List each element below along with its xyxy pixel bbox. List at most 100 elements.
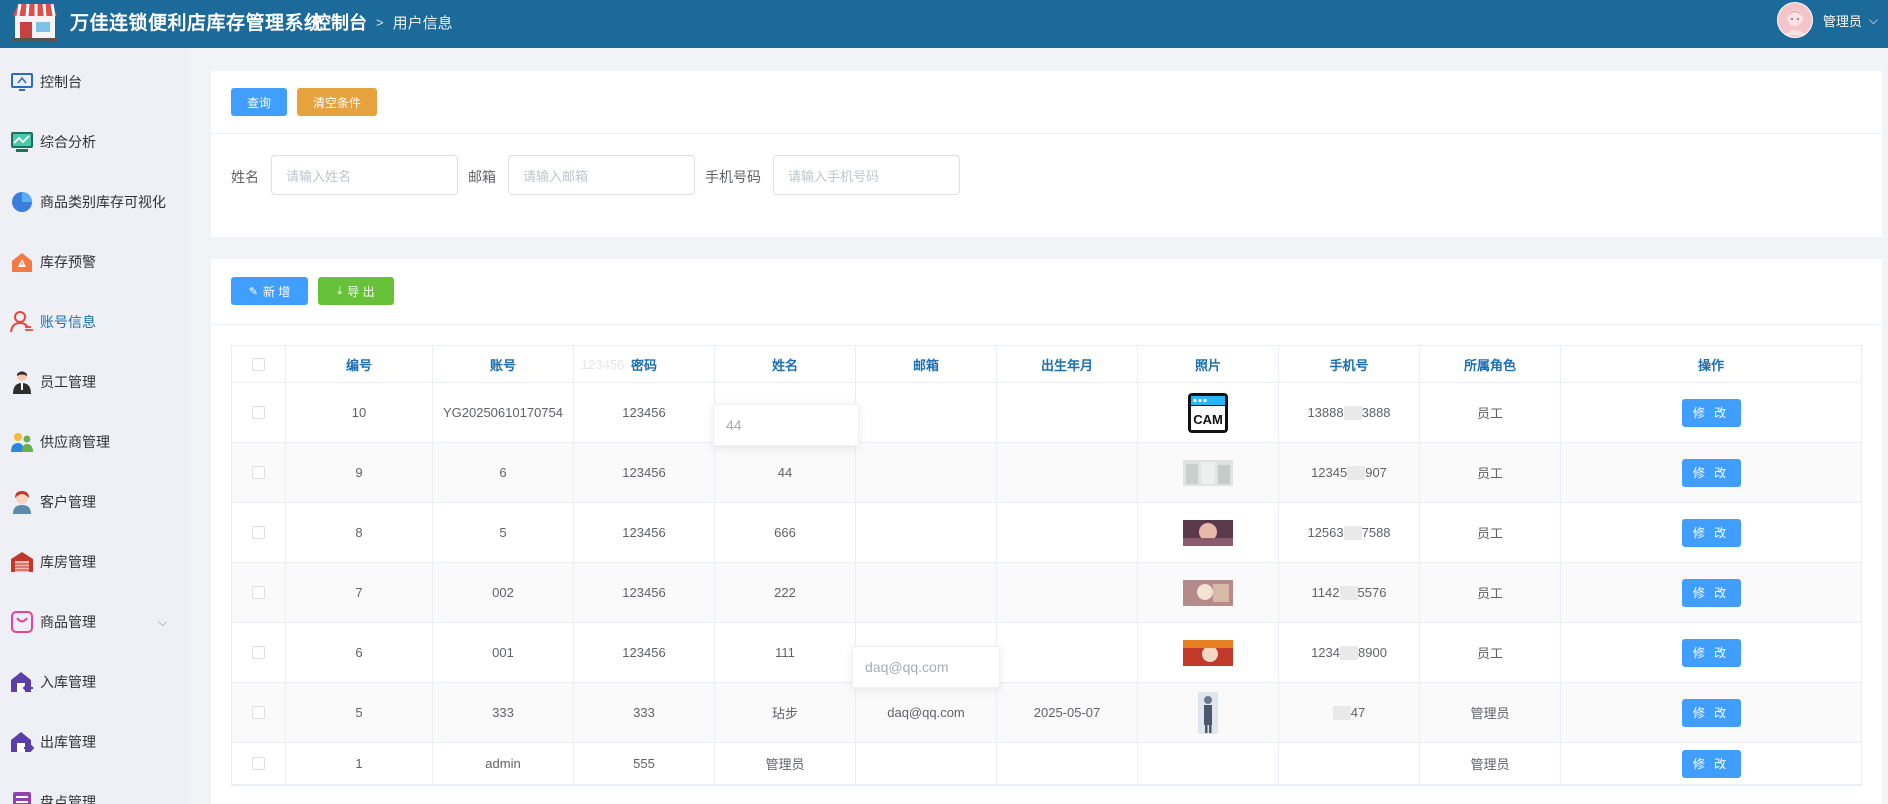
breadcrumb: 控制台 > 用户信息 [313, 9, 453, 35]
column-header[interactable]: 手机号 [1279, 346, 1420, 382]
column-header[interactable]: 账号 [433, 346, 574, 382]
row-checkbox[interactable] [252, 406, 265, 419]
edit-button[interactable]: 修 改 [1681, 638, 1741, 667]
row-checkbox[interactable] [252, 526, 265, 539]
clear-conditions-button[interactable]: 清空条件 [297, 88, 377, 116]
id-cell: 5 [286, 683, 433, 742]
id-cell: 9 [286, 443, 433, 502]
id-cell: 10 [286, 383, 433, 442]
user-photo-thumbnail[interactable] [1183, 639, 1233, 666]
add-button[interactable]: ✎ 新 增 [231, 277, 308, 305]
avatar-face-icon [1783, 10, 1806, 35]
edit-button[interactable]: 修 改 [1681, 398, 1741, 427]
password-cell: 123456 [574, 563, 715, 622]
birth-date-cell: 2025-05-07 [997, 683, 1138, 742]
select-all-cell [232, 346, 286, 382]
sidebar-item-analysis[interactable]: 综合分析 [0, 122, 190, 162]
column-header[interactable]: 所属角色 [1420, 346, 1561, 382]
user-photo-thumbnail[interactable]: CAM [1187, 392, 1229, 434]
sidebar-item-employee[interactable]: 员工管理 [0, 362, 190, 402]
row-checkbox[interactable] [252, 757, 265, 770]
phone-suffix: 5576 [1357, 585, 1387, 600]
sidebar-item-label: 入库管理 [40, 674, 96, 690]
row-checkbox[interactable] [252, 586, 265, 599]
user-photo-thumbnail[interactable] [1198, 691, 1218, 734]
query-button[interactable]: 查询 [231, 88, 287, 116]
sidebar-item-product[interactable]: 商品管理 ⌵ [0, 602, 190, 642]
row-checkbox[interactable] [252, 466, 265, 479]
sidebar-item-account-info[interactable]: 账号信息 [0, 302, 190, 342]
account-cell: 6 [433, 443, 574, 502]
phone-suffix: 7588 [1361, 525, 1391, 540]
user-photo-thumbnail[interactable] [1183, 459, 1233, 486]
export-button-label: 导 出 [347, 284, 375, 299]
sidebar-item-category-visual[interactable]: 商品类别库存可视化 [0, 182, 190, 222]
password-cell: 123456 [574, 503, 715, 562]
chevron-down-icon[interactable]: ⌵ [1869, 13, 1878, 28]
shop-logo-icon [12, 3, 58, 42]
sidebar-item-inventory-check[interactable]: 盘点管理 [0, 782, 190, 804]
sidebar-item-customer[interactable]: 客户管理 [0, 482, 190, 522]
employee-icon [10, 370, 34, 394]
sidebar-item-stock-warning[interactable]: 库存预警 [0, 242, 190, 282]
stock-in-icon [10, 670, 34, 694]
sidebar-item-warehouse[interactable]: 库房管理 [0, 542, 190, 582]
avatar[interactable] [1776, 2, 1813, 38]
role-cell: 员工 [1420, 383, 1561, 442]
role-cell: 管理员 [1420, 683, 1561, 742]
birth-date-cell [997, 743, 1138, 784]
phone-redaction [1343, 525, 1362, 540]
customer-icon [10, 490, 34, 514]
sidebar-item-stock-out[interactable]: 出库管理 [0, 722, 190, 762]
edit-button[interactable]: 修 改 [1681, 698, 1741, 727]
phone-suffix: 907 [1365, 465, 1387, 480]
user-photo-thumbnail[interactable] [1183, 579, 1233, 606]
email-popover: daq@qq.com [852, 646, 1000, 688]
row-select-cell [232, 503, 286, 562]
operation-cell: 修 改 [1561, 503, 1861, 562]
column-header[interactable]: 编号 [286, 346, 433, 382]
name-cell: 666 [715, 503, 856, 562]
select-all-checkbox[interactable] [252, 357, 265, 371]
phone-redaction [1343, 405, 1362, 420]
supplier-icon [10, 430, 34, 454]
user-name[interactable]: 管理员 [1823, 11, 1862, 30]
name-search-input[interactable]: 请输入姓名 [271, 155, 458, 195]
edit-button[interactable]: 修 改 [1681, 518, 1741, 547]
user-photo-thumbnail[interactable] [1183, 519, 1233, 546]
phone-prefix: 12345 [1311, 465, 1348, 480]
row-select-cell [232, 383, 286, 442]
column-header[interactable]: 照片 [1138, 346, 1279, 382]
phone-prefix: 12563 [1307, 525, 1344, 540]
photo-cell: CAM [1138, 383, 1279, 442]
edit-button[interactable]: 修 改 [1681, 749, 1741, 778]
phone-label: 手机号码 [705, 169, 761, 185]
phone-cell: 1142 5576 [1279, 563, 1420, 622]
phone-cell [1279, 743, 1420, 784]
export-button[interactable]: ⤓ 导 出 [318, 277, 394, 305]
user-menu[interactable]: 管理员 ⌵ [1776, 2, 1878, 38]
phone-cell: 12563 7588 [1279, 503, 1420, 562]
sidebar-item-stock-in[interactable]: 入库管理 [0, 662, 190, 702]
sidebar-item-supplier[interactable]: 供应商管理 [0, 422, 190, 462]
sidebar-item-label: 商品类别库存可视化 [40, 194, 166, 210]
cam-badge-text: CAM [1193, 412, 1223, 427]
birth-date-cell [997, 623, 1138, 682]
column-header[interactable]: 邮箱 [856, 346, 997, 382]
column-header[interactable]: 操作 [1561, 346, 1861, 382]
account-cell: 002 [433, 563, 574, 622]
sidebar-item-label: 盘点管理 [40, 794, 96, 804]
edit-button[interactable]: 修 改 [1681, 578, 1741, 607]
column-header[interactable]: 姓名 [715, 346, 856, 382]
breadcrumb-dashboard[interactable]: 控制台 [313, 9, 367, 35]
chevron-down-icon[interactable]: ⌵ [158, 615, 167, 630]
row-checkbox[interactable] [252, 706, 265, 719]
email-search-input[interactable]: 请输入邮箱 [508, 155, 695, 195]
column-header[interactable]: 出生年月 [997, 346, 1138, 382]
phone-search-input[interactable]: 请输入手机号码 [773, 155, 960, 195]
row-checkbox[interactable] [252, 646, 265, 659]
row-select-cell [232, 683, 286, 742]
email-cell [856, 383, 997, 442]
edit-button[interactable]: 修 改 [1681, 458, 1741, 487]
sidebar-item-dashboard[interactable]: 控制台 [0, 62, 190, 102]
